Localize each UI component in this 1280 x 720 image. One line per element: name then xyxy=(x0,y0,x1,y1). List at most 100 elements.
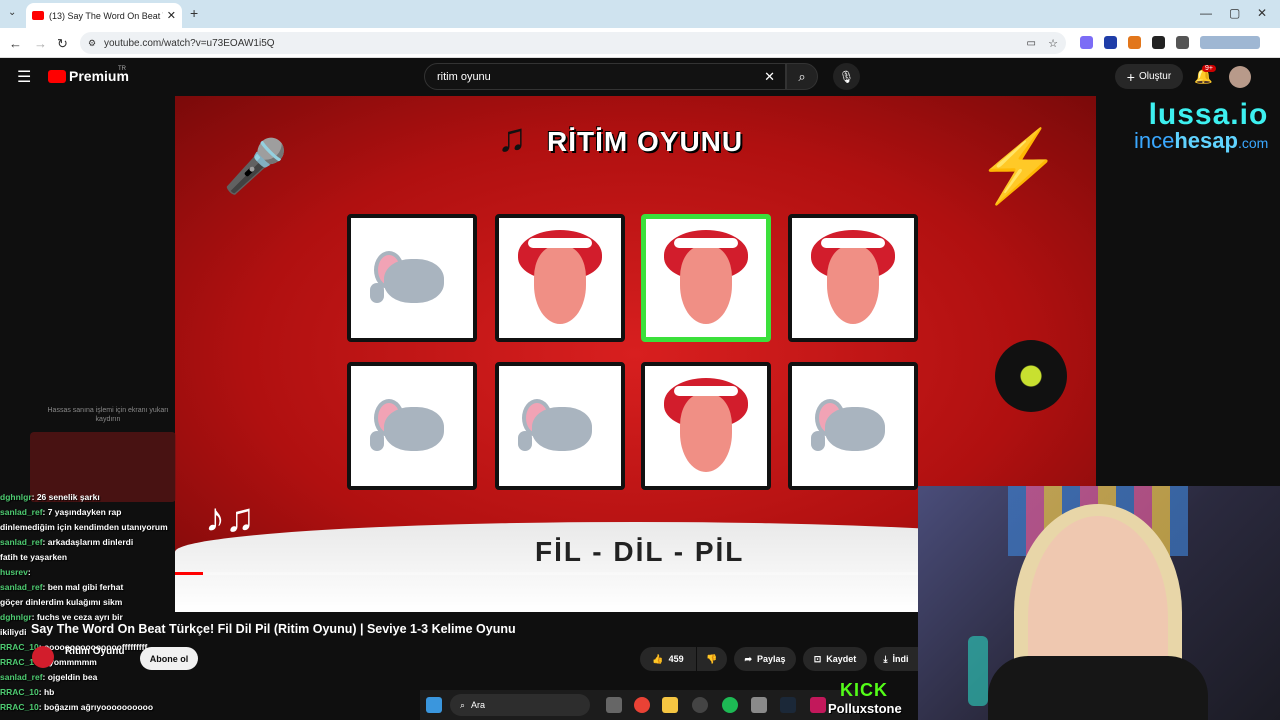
chat-username: husrev xyxy=(0,567,28,577)
chat-username: sanlad_ref xyxy=(0,537,43,547)
watermark-part-b: hesap xyxy=(1174,128,1238,153)
webcam-overlay xyxy=(918,486,1280,720)
tab-close-icon[interactable]: ✕ xyxy=(167,9,176,22)
mini-player-hint: Hassas sanına işlemi için ekranı yukarı … xyxy=(47,407,169,423)
watermark-part-c: .com xyxy=(1237,135,1269,151)
card-8 xyxy=(788,362,918,490)
maximize-icon[interactable]: ▢ xyxy=(1229,6,1240,20)
extension-3-icon[interactable] xyxy=(1128,36,1141,49)
extension-2-icon[interactable] xyxy=(1104,36,1117,49)
chat-overlay: dghnlgr: 26 senelik şarkı sanlad_ref: 7 y… xyxy=(0,490,178,715)
channel-avatar[interactable] xyxy=(32,646,54,668)
tab-search-icon[interactable]: ⌄ xyxy=(8,7,16,18)
settings-icon[interactable] xyxy=(751,697,767,713)
back-icon[interactable]: ← xyxy=(9,36,22,51)
subscribe-button[interactable]: Abone ol xyxy=(140,647,198,670)
taskbar-search[interactable]: ⌕ Ara xyxy=(450,694,590,716)
card-5 xyxy=(347,362,477,490)
chat-username: RRAC_10 xyxy=(0,702,39,712)
chat-message: RRAC_10: boğazım ağrıyoooooooooo xyxy=(0,700,178,715)
lightning-decoration-icon: ⚡ xyxy=(975,127,1063,205)
chat-text: : boğazım ağrıyoooooooooo xyxy=(38,702,154,712)
chat-text: : 7 yaşındayken rap xyxy=(42,507,122,517)
app-icon[interactable] xyxy=(810,697,826,713)
mouth-icon xyxy=(518,230,602,326)
chat-message: göçer dinlerdim kulağımı sikm xyxy=(0,595,178,610)
youtube-favicon-icon xyxy=(32,11,44,20)
obs-icon[interactable] xyxy=(692,697,708,713)
browser-tab-bar: ⌄ (13) Say The Word On Beat Türk ✕ + — ▢… xyxy=(0,0,1280,28)
share-label: Paylaş xyxy=(757,654,786,664)
notification-badge: 9+ xyxy=(1202,65,1216,72)
account-avatar[interactable] xyxy=(1229,66,1251,88)
task-view-icon[interactable] xyxy=(606,697,622,713)
windows-start-icon[interactable] xyxy=(426,697,442,713)
download-button[interactable]: ⤓ İndi xyxy=(874,647,918,671)
profile-icon[interactable] xyxy=(1200,36,1260,49)
watermark-bottom: incehesap.com xyxy=(1134,128,1268,154)
reload-icon[interactable]: ↻ xyxy=(57,36,68,52)
chat-message: RRAC_10: hb xyxy=(0,685,178,700)
chat-text: : hb xyxy=(38,687,55,697)
clear-search-icon[interactable]: ✕ xyxy=(764,69,775,85)
chair-light xyxy=(968,636,988,706)
chat-text: : arkadaşlarım dinlerdi xyxy=(42,537,134,547)
share-button[interactable]: ➦ Paylaş xyxy=(734,647,796,671)
create-button[interactable]: + Oluştur xyxy=(1115,64,1183,89)
new-tab-button[interactable]: + xyxy=(190,5,198,21)
search-input[interactable]: ritim oyunu ✕ xyxy=(424,63,786,90)
channel-name[interactable]: Ritim Oyunu xyxy=(65,646,124,657)
watermark-part-a: ince xyxy=(1134,128,1175,153)
music-notes-icon: ♪♫ xyxy=(205,496,255,540)
sponsor-watermark: lussa.io incehesap.com xyxy=(1134,98,1268,154)
extension-4-icon[interactable] xyxy=(1152,36,1165,49)
bookmark-icon: ⊡ xyxy=(813,653,822,664)
chat-message: sanlad_ref: arkadaşlarım dinlerdi xyxy=(0,535,178,550)
search-button[interactable]: ⌕ xyxy=(786,63,818,90)
chat-text: : 26 senelik şarkı xyxy=(31,492,100,502)
download-label: İndi xyxy=(892,654,909,664)
youtube-header: ☰ Premium TR ritim oyunu ✕ ⌕ 🎙 + Oluştur… xyxy=(0,58,1280,96)
elephant-icon xyxy=(370,395,454,457)
extension-1-icon[interactable] xyxy=(1080,36,1093,49)
streamer-shirt xyxy=(988,656,1208,720)
like-button[interactable]: 👍 459 xyxy=(640,647,696,671)
menu-icon[interactable]: ☰ xyxy=(17,67,31,87)
url-field[interactable]: ⚙ youtube.com/watch?v=u73EOAW1i5Q ▭ ☆ xyxy=(80,32,1066,54)
kick-logo: KICK xyxy=(840,680,888,700)
elephant-icon xyxy=(811,395,895,457)
microphone-icon: 🎙 xyxy=(838,69,855,84)
file-explorer-icon[interactable] xyxy=(662,697,678,713)
card-6 xyxy=(495,362,625,490)
word-prompt: FİL - DİL - PİL xyxy=(535,536,745,567)
chat-message: sanlad_ref: ben mal gibi ferhat xyxy=(0,580,178,595)
forward-icon[interactable]: → xyxy=(34,36,47,51)
like-count: 459 xyxy=(668,654,684,664)
chat-text: göçer dinlerdim kulağımı sikm xyxy=(0,597,123,607)
browser-tab[interactable]: (13) Say The Word On Beat Türk ✕ xyxy=(26,3,182,28)
tab-title: (13) Say The Word On Beat Türk xyxy=(49,10,163,21)
cast-icon[interactable]: ▭ xyxy=(1027,38,1036,49)
card-3-selected xyxy=(641,214,771,342)
save-button[interactable]: ⊡ Kaydet xyxy=(803,647,867,671)
bookmark-star-icon[interactable]: ☆ xyxy=(1048,37,1058,50)
region-label: TR xyxy=(118,66,126,72)
steam-icon[interactable] xyxy=(780,697,796,713)
chat-message: sanlad_ref: 7 yaşındayken rap xyxy=(0,505,178,520)
chat-message: dinlemediğim için kendimden utanıyorum xyxy=(0,520,178,535)
thumbs-up-icon: 👍 xyxy=(652,653,664,664)
card-4 xyxy=(788,214,918,342)
chat-text: fatih te yaşarken xyxy=(0,552,68,562)
site-info-icon[interactable]: ⚙ xyxy=(88,38,96,49)
youtube-logo-icon[interactable] xyxy=(48,70,66,83)
spotify-icon[interactable] xyxy=(722,697,738,713)
mouth-icon xyxy=(664,378,748,474)
voice-search-button[interactable]: 🎙 xyxy=(833,63,860,90)
extensions-puzzle-icon[interactable] xyxy=(1176,36,1189,49)
game-title: RİTİM OYUNU xyxy=(547,126,744,157)
windows-taskbar: ⌕ Ara xyxy=(420,690,860,720)
chrome-icon[interactable] xyxy=(634,697,650,713)
window-close-icon[interactable]: ✕ xyxy=(1257,6,1267,20)
minimize-icon[interactable]: — xyxy=(1200,6,1212,20)
dislike-button[interactable]: 👎 xyxy=(697,647,727,671)
